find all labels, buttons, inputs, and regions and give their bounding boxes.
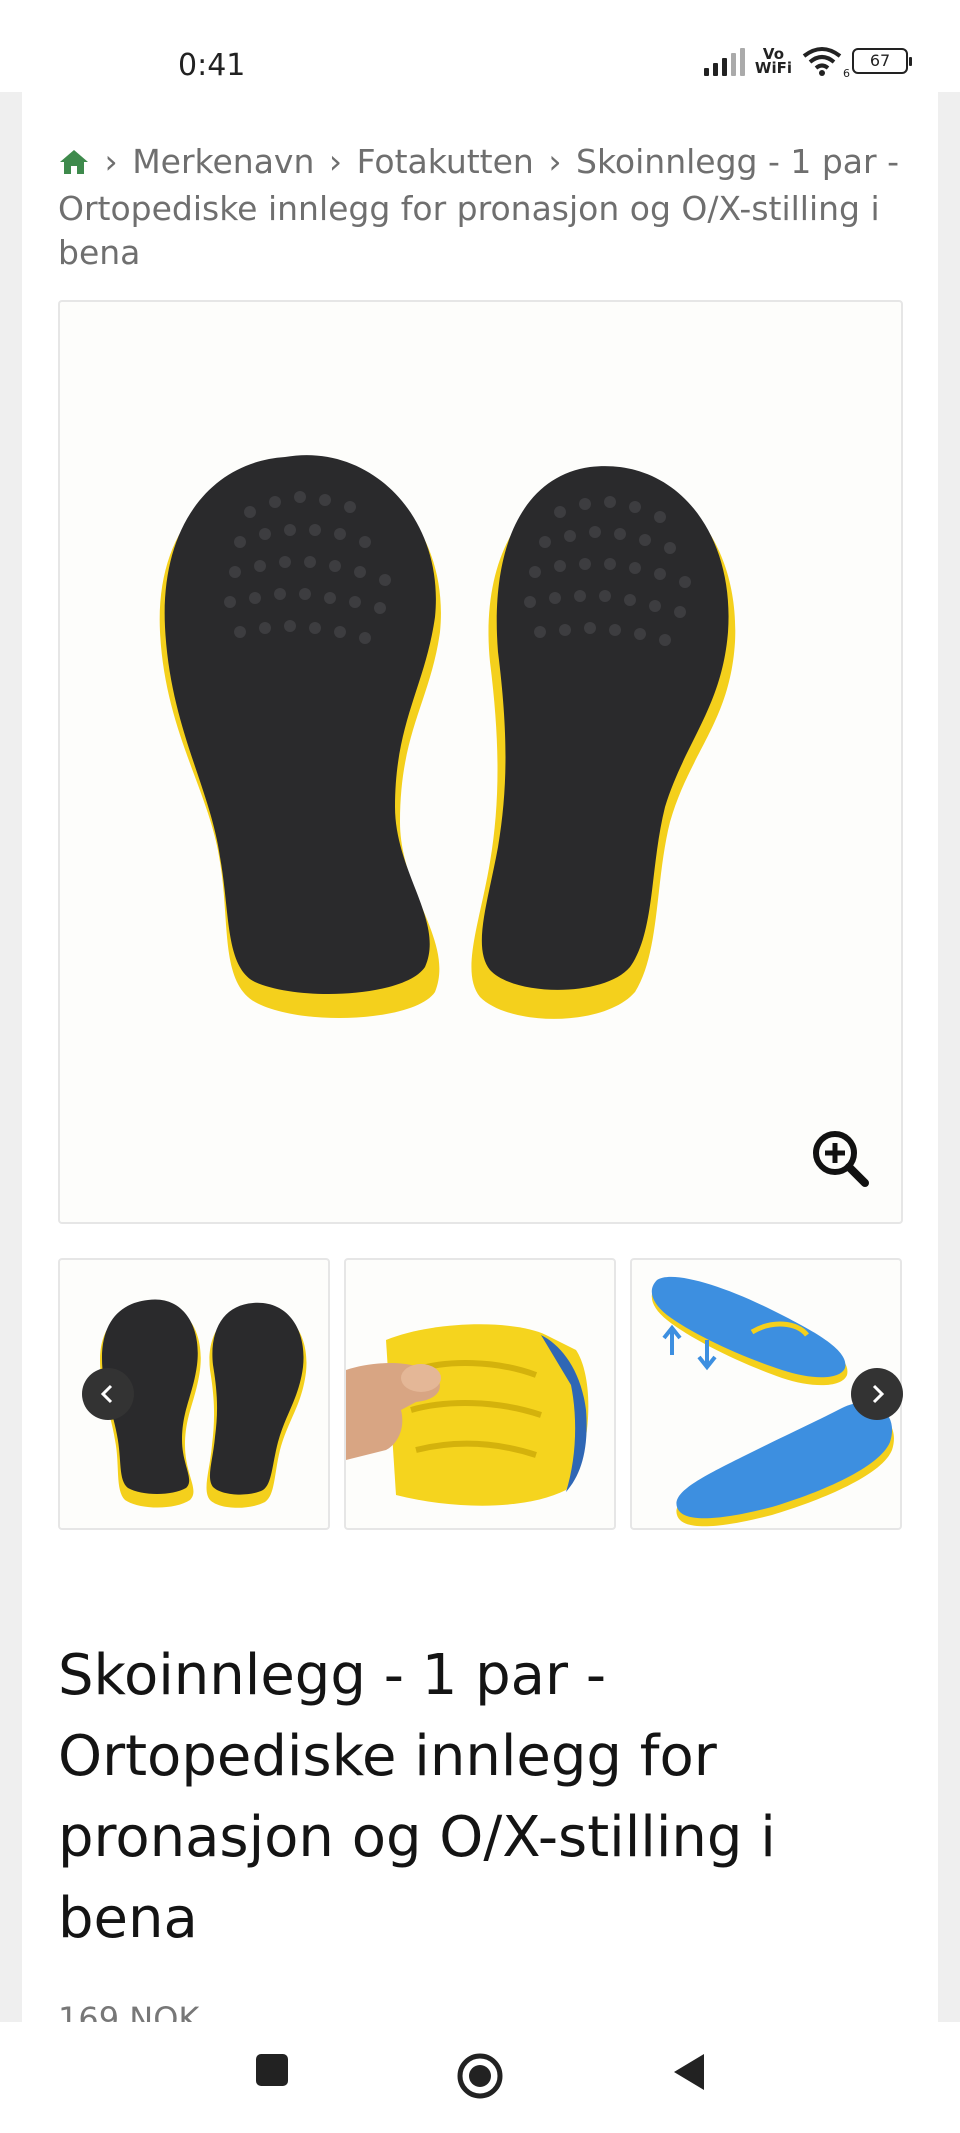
chevron-right-icon [872,1384,885,1404]
breadcrumb-item-brand[interactable]: Merkenavn [132,142,314,181]
insoles-illustration [159,455,736,1019]
main-product-image[interactable] [58,300,903,1224]
breadcrumb-separator: › [328,142,343,181]
gallery-next-button[interactable] [851,1368,903,1420]
wifi-icon: 6 [802,46,850,80]
breadcrumb-item-category[interactable]: Fotakutten [357,142,534,181]
breadcrumb: › Merkenavn › Fotakutten › Skoinnlegg - … [58,140,908,275]
zoom-in-icon[interactable] [811,1129,871,1194]
home-icon[interactable] [58,143,90,187]
status-icons: Vo WiFi 6 67 [703,46,912,80]
back-icon[interactable] [670,2052,706,2097]
status-time: 0:41 [178,48,246,83]
bent-insole-thumb-icon [346,1324,589,1506]
system-nav-bar [0,2022,960,2133]
thumbnail-2[interactable] [344,1258,616,1530]
signal-icon [703,46,745,76]
breadcrumb-separator: › [548,142,562,181]
wifi-badge: 6 [843,67,850,80]
status-bar: 0:41 Vo WiFi 6 67 [0,0,960,92]
battery-icon: 67 [852,48,912,74]
vowifi-indicator: Vo WiFi [754,47,792,77]
product-title: Skoinnlegg - 1 par - Ortopediske innlegg… [58,1643,776,1951]
vowifi-bottom-label: WiFi [754,59,792,77]
breadcrumb-separator: › [104,142,118,181]
gallery-prev-button[interactable] [82,1368,134,1420]
home-button-icon[interactable] [456,2052,504,2105]
recent-apps-icon[interactable] [254,2052,290,2093]
chevron-left-icon [100,1384,113,1404]
thumbnail-strip [58,1258,903,1530]
